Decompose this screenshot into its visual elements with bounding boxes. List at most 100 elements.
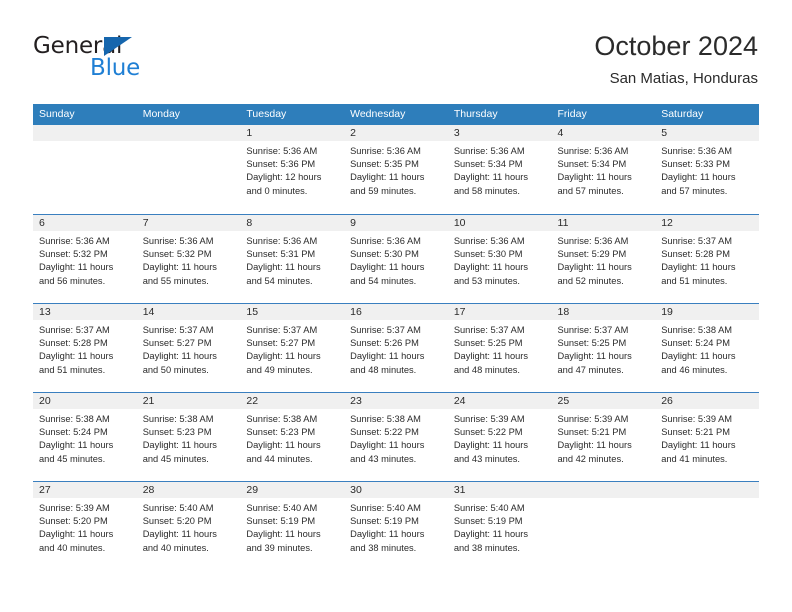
day-detail-lines: Sunrise: 5:39 AM Sunset: 5:20 PM Daylight:… bbox=[33, 498, 137, 555]
day-detail-line: Sunrise: 5:37 AM bbox=[661, 236, 733, 246]
day-cell[interactable]: 21 Sunrise: 5:38 AM Sunset: 5:23 PM Dayligh… bbox=[136, 393, 241, 481]
day-cell[interactable]: 15 Sunrise: 5:37 AM Sunset: 5:27 PM Dayligh… bbox=[240, 304, 345, 392]
day-number: 12 bbox=[655, 215, 759, 231]
day-detail-line: Sunrise: 5:36 AM bbox=[453, 236, 525, 246]
day-detail-line: and 51 minutes. bbox=[39, 364, 106, 375]
day-cell[interactable]: 28 Sunrise: 5:40 AM Sunset: 5:20 PM Dayligh… bbox=[136, 482, 241, 570]
day-detail-line: Daylight: 12 hours bbox=[246, 172, 322, 183]
day-cell[interactable]: 5 Sunrise: 5:36 AM Sunset: 5:33 PM Daylight… bbox=[655, 125, 759, 214]
day-number: 10 bbox=[447, 215, 552, 231]
day-cell[interactable]: 8 Sunrise: 5:36 AM Sunset: 5:31 PM Daylight… bbox=[240, 215, 345, 303]
day-cell[interactable]: 12 Sunrise: 5:37 AM Sunset: 5:28 PM Dayligh… bbox=[655, 215, 759, 303]
day-detail-line: Sunset: 5:19 PM bbox=[246, 516, 316, 527]
day-detail-line: Sunset: 5:24 PM bbox=[661, 338, 730, 349]
day-detail-line: Daylight: 11 hours bbox=[453, 172, 529, 183]
day-detail-line: Sunrise: 5:38 AM bbox=[39, 414, 110, 424]
day-detail-lines: Sunrise: 5:36 AM Sunset: 5:36 PM Daylight:… bbox=[240, 141, 344, 198]
day-detail-lines: Sunrise: 5:36 AM Sunset: 5:32 PM Daylight:… bbox=[33, 231, 137, 288]
day-cell[interactable]: 19 Sunrise: 5:38 AM Sunset: 5:24 PM Dayligh… bbox=[655, 304, 759, 392]
day-number: 17 bbox=[447, 304, 552, 320]
logo-text-blue: Blue bbox=[90, 55, 141, 81]
day-cell[interactable]: 30 Sunrise: 5:40 AM Sunset: 5:19 PM Dayligh… bbox=[344, 482, 448, 570]
calendar-week-row: 1 Sunrise: 5:36 AM Sunset: 5:36 PM Daylight… bbox=[33, 125, 759, 214]
day-detail-line: Sunrise: 5:39 AM bbox=[557, 414, 629, 424]
day-cell[interactable]: 9 Sunrise: 5:36 AM Sunset: 5:30 PM Daylight… bbox=[344, 215, 448, 303]
day-detail-line: Sunset: 5:31 PM bbox=[246, 249, 316, 260]
day-detail-line: Sunset: 5:30 PM bbox=[350, 249, 419, 260]
day-number: 2 bbox=[344, 125, 448, 141]
day-cell-empty bbox=[655, 482, 759, 570]
day-detail-line: Sunset: 5:25 PM bbox=[557, 338, 627, 349]
day-detail-line: Daylight: 11 hours bbox=[661, 172, 736, 183]
day-detail-line: Daylight: 11 hours bbox=[142, 262, 217, 273]
day-cell[interactable]: 7 Sunrise: 5:36 AM Sunset: 5:32 PM Daylight… bbox=[136, 215, 241, 303]
day-cell[interactable]: 27 Sunrise: 5:39 AM Sunset: 5:20 PM Dayligh… bbox=[33, 482, 137, 570]
day-cell[interactable]: 13 Sunrise: 5:37 AM Sunset: 5:28 PM Dayligh… bbox=[33, 304, 137, 392]
day-detail-lines: Sunrise: 5:36 AM Sunset: 5:33 PM Daylight:… bbox=[655, 141, 759, 198]
day-detail-line: Sunrise: 5:36 AM bbox=[453, 146, 525, 156]
day-cell[interactable]: 3 Sunrise: 5:36 AM Sunset: 5:34 PM Daylight… bbox=[447, 125, 552, 214]
day-detail-line: and 40 minutes. bbox=[39, 542, 106, 553]
day-detail-lines: Sunrise: 5:38 AM Sunset: 5:23 PM Daylight:… bbox=[137, 409, 241, 466]
day-detail-line: and 47 minutes. bbox=[557, 364, 624, 375]
day-detail-line: and 45 minutes. bbox=[142, 453, 209, 464]
day-cell[interactable]: 11 Sunrise: 5:36 AM Sunset: 5:29 PM Dayligh… bbox=[551, 215, 656, 303]
day-cell[interactable]: 16 Sunrise: 5:37 AM Sunset: 5:26 PM Dayligh… bbox=[344, 304, 448, 392]
day-detail-line: and 40 minutes. bbox=[142, 542, 209, 553]
day-detail-line: and 42 minutes. bbox=[557, 453, 624, 464]
day-cell[interactable]: 6 Sunrise: 5:36 AM Sunset: 5:32 PM Daylight… bbox=[33, 215, 137, 303]
day-number: 8 bbox=[240, 215, 345, 231]
day-detail-line: Sunset: 5:35 PM bbox=[350, 159, 419, 170]
day-detail-line: Sunset: 5:20 PM bbox=[39, 516, 108, 527]
day-cell-empty bbox=[551, 482, 656, 570]
day-detail-line: and 41 minutes. bbox=[661, 453, 728, 464]
day-cell[interactable]: 20 Sunrise: 5:38 AM Sunset: 5:24 PM Dayligh… bbox=[33, 393, 137, 481]
day-detail-line: Sunrise: 5:36 AM bbox=[661, 146, 733, 156]
day-detail-line: Daylight: 11 hours bbox=[661, 351, 736, 362]
day-number: 16 bbox=[344, 304, 448, 320]
day-detail-line: Sunset: 5:34 PM bbox=[557, 159, 627, 170]
day-detail-line: and 44 minutes. bbox=[246, 453, 313, 464]
day-number: 19 bbox=[655, 304, 759, 320]
day-detail-lines bbox=[552, 498, 656, 502]
day-detail-line: Daylight: 11 hours bbox=[39, 440, 114, 451]
day-detail-lines: Sunrise: 5:37 AM Sunset: 5:27 PM Daylight:… bbox=[240, 320, 344, 377]
page-header: General Blue October 2024 San Matias, Ho… bbox=[0, 0, 792, 104]
day-detail-line: Sunrise: 5:39 AM bbox=[453, 414, 525, 424]
calendar-grid: Sunday Monday Tuesday Wednesday Thursday Frid… bbox=[33, 104, 759, 570]
day-cell[interactable]: 29 Sunrise: 5:40 AM Sunset: 5:19 PM Dayligh… bbox=[240, 482, 345, 570]
day-number: 23 bbox=[344, 393, 448, 409]
day-cell[interactable]: 22 Sunrise: 5:38 AM Sunset: 5:23 PM Dayligh… bbox=[240, 393, 345, 481]
day-number: 6 bbox=[33, 215, 137, 231]
day-cell[interactable]: 31 Sunrise: 5:40 AM Sunset: 5:19 PM Dayligh… bbox=[447, 482, 552, 570]
day-cell[interactable]: 1 Sunrise: 5:36 AM Sunset: 5:36 PM Daylight… bbox=[240, 125, 345, 214]
day-detail-line: Sunset: 5:36 PM bbox=[246, 159, 316, 170]
day-detail-line: and 58 minutes. bbox=[453, 185, 520, 196]
day-detail-line: and 55 minutes. bbox=[142, 275, 209, 286]
day-cell[interactable]: 23 Sunrise: 5:38 AM Sunset: 5:22 PM Dayligh… bbox=[344, 393, 448, 481]
day-cell[interactable]: 4 Sunrise: 5:36 AM Sunset: 5:34 PM Daylight… bbox=[551, 125, 656, 214]
day-number: 26 bbox=[655, 393, 759, 409]
day-cell[interactable]: 18 Sunrise: 5:37 AM Sunset: 5:25 PM Dayligh… bbox=[551, 304, 656, 392]
day-cell[interactable]: 24 Sunrise: 5:39 AM Sunset: 5:22 PM Dayligh… bbox=[447, 393, 552, 481]
day-detail-lines: Sunrise: 5:37 AM Sunset: 5:28 PM Daylight:… bbox=[33, 320, 137, 377]
day-detail-line: Daylight: 11 hours bbox=[557, 440, 632, 451]
day-cell[interactable]: 25 Sunrise: 5:39 AM Sunset: 5:21 PM Dayligh… bbox=[551, 393, 656, 481]
day-detail-line: Sunset: 5:27 PM bbox=[142, 338, 212, 349]
day-cell[interactable]: 17 Sunrise: 5:37 AM Sunset: 5:25 PM Dayligh… bbox=[447, 304, 552, 392]
day-cell[interactable]: 14 Sunrise: 5:37 AM Sunset: 5:27 PM Dayligh… bbox=[136, 304, 241, 392]
day-number: 1 bbox=[240, 125, 345, 141]
day-detail-line: Daylight: 11 hours bbox=[350, 440, 425, 451]
day-detail-lines: Sunrise: 5:39 AM Sunset: 5:21 PM Daylight:… bbox=[552, 409, 656, 466]
day-cell[interactable]: 26 Sunrise: 5:39 AM Sunset: 5:21 PM Dayligh… bbox=[655, 393, 759, 481]
day-cell[interactable]: 2 Sunrise: 5:36 AM Sunset: 5:35 PM Daylight… bbox=[344, 125, 448, 214]
day-detail-line: Sunset: 5:32 PM bbox=[142, 249, 212, 260]
day-detail-line: Daylight: 11 hours bbox=[453, 529, 529, 540]
day-detail-line: Sunset: 5:28 PM bbox=[39, 338, 108, 349]
day-detail-line: Sunset: 5:29 PM bbox=[557, 249, 627, 260]
general-blue-logo[interactable]: General Blue bbox=[33, 33, 163, 83]
day-detail-line: Sunset: 5:24 PM bbox=[39, 427, 108, 438]
day-detail-line: Sunrise: 5:37 AM bbox=[142, 325, 214, 335]
day-detail-lines: Sunrise: 5:36 AM Sunset: 5:32 PM Daylight:… bbox=[137, 231, 241, 288]
day-cell[interactable]: 10 Sunrise: 5:36 AM Sunset: 5:30 PM Dayligh… bbox=[447, 215, 552, 303]
